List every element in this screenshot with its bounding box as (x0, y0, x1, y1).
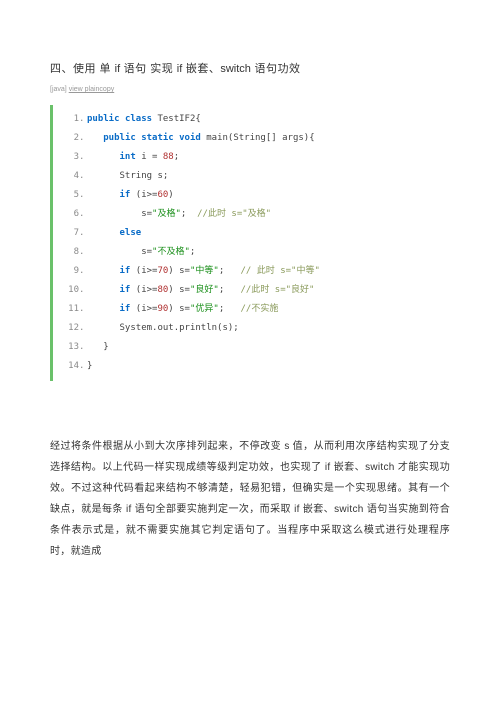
code-line: 10. if (i>=80) s="良好"; //此时 s="良好" (61, 281, 450, 300)
line-dot: . (79, 134, 87, 143)
line-dot: . (79, 191, 87, 200)
line-number: 12 (61, 324, 79, 333)
code-line: 14.} (61, 357, 450, 376)
code-line: 3. int i = 88; (61, 148, 450, 167)
line-dot: . (79, 153, 87, 162)
line-dot: . (79, 115, 87, 124)
heading-text: 嵌套、 (182, 63, 220, 75)
line-number: 3 (61, 153, 79, 162)
heading-text: 语句功效 (251, 63, 301, 75)
line-number: 5 (61, 191, 79, 200)
line-number: 6 (61, 210, 79, 219)
code-line: 5. if (i>=60) (61, 186, 450, 205)
code-content: if (i>=90) s="优异"; //不实施 (87, 305, 278, 314)
line-dot: . (79, 248, 87, 257)
code-content: s="及格"; //此时 s="及格" (87, 210, 271, 219)
line-number: 8 (61, 248, 79, 257)
heading-text: 语句 实现 (120, 63, 177, 75)
code-line: 8. s="不及格"; (61, 243, 450, 262)
code-content: if (i>=80) s="良好"; //此时 s="良好" (87, 286, 314, 295)
line-number: 14 (61, 362, 79, 371)
code-lang: [java] (50, 86, 67, 93)
line-dot: . (79, 324, 87, 333)
code-content: public class TestIF2{ (87, 115, 201, 124)
code-content: int i = 88; (87, 153, 179, 162)
line-number: 1 (61, 115, 79, 124)
line-dot: . (79, 286, 87, 295)
code-line: 9. if (i>=70) s="中等"; // 此时 s="中等" (61, 262, 450, 281)
line-number: 7 (61, 229, 79, 238)
line-number: 4 (61, 172, 79, 181)
code-content: if (i>=70) s="中等"; // 此时 s="中等" (87, 267, 320, 276)
line-number: 10 (61, 286, 79, 295)
code-line: 7. else (61, 224, 450, 243)
section-heading: 四、使用 单 if 语句 实现 if 嵌套、switch 语句功效 (50, 60, 450, 76)
code-meta: [java] view plaincopy (50, 86, 450, 93)
line-number: 9 (61, 267, 79, 276)
line-number: 2 (61, 134, 79, 143)
code-line: 2. public static void main(String[] args… (61, 129, 450, 148)
line-number: 13 (61, 343, 79, 352)
line-dot: . (79, 210, 87, 219)
line-dot: . (79, 305, 87, 314)
code-line: 12. System.out.println(s); (61, 319, 450, 338)
body-paragraph: 经过将条件根据从小到大次序排列起来，不停改变 s 值，从而利用次序结构实现了分支… (50, 436, 450, 562)
code-content: public static void main(String[] args){ (87, 134, 315, 143)
line-number: 11 (61, 305, 79, 314)
para-text: 值，从而利用次序结构实现了分支选择结构。以上代码一样实现成绩等级判定功效，也实现… (50, 441, 450, 557)
code-line: 1.public class TestIF2{ (61, 110, 450, 129)
code-content: String s; (87, 172, 168, 181)
code-content: if (i>=60) (87, 191, 174, 200)
heading-kw: switch (220, 63, 251, 75)
heading-text: 四、使用 单 (50, 63, 115, 75)
code-content: } (87, 343, 109, 352)
code-content: } (87, 362, 92, 371)
code-line: 11. if (i>=90) s="优异"; //不实施 (61, 300, 450, 319)
code-line: 13. } (61, 338, 450, 357)
line-dot: . (79, 229, 87, 238)
code-content: s="不及格"; (87, 248, 195, 257)
code-block: 1.public class TestIF2{2. public static … (50, 105, 450, 381)
line-dot: . (79, 267, 87, 276)
view-plain-copy-link[interactable]: view plaincopy (69, 86, 115, 93)
code-content: else (87, 229, 141, 238)
line-dot: . (79, 343, 87, 352)
line-dot: . (79, 362, 87, 371)
code-line: 4. String s; (61, 167, 450, 186)
code-line: 6. s="及格"; //此时 s="及格" (61, 205, 450, 224)
para-text: 经过将条件根据从小到大次序排列起来，不停改变 (50, 441, 284, 452)
line-dot: . (79, 172, 87, 181)
code-content: System.out.println(s); (87, 324, 239, 333)
